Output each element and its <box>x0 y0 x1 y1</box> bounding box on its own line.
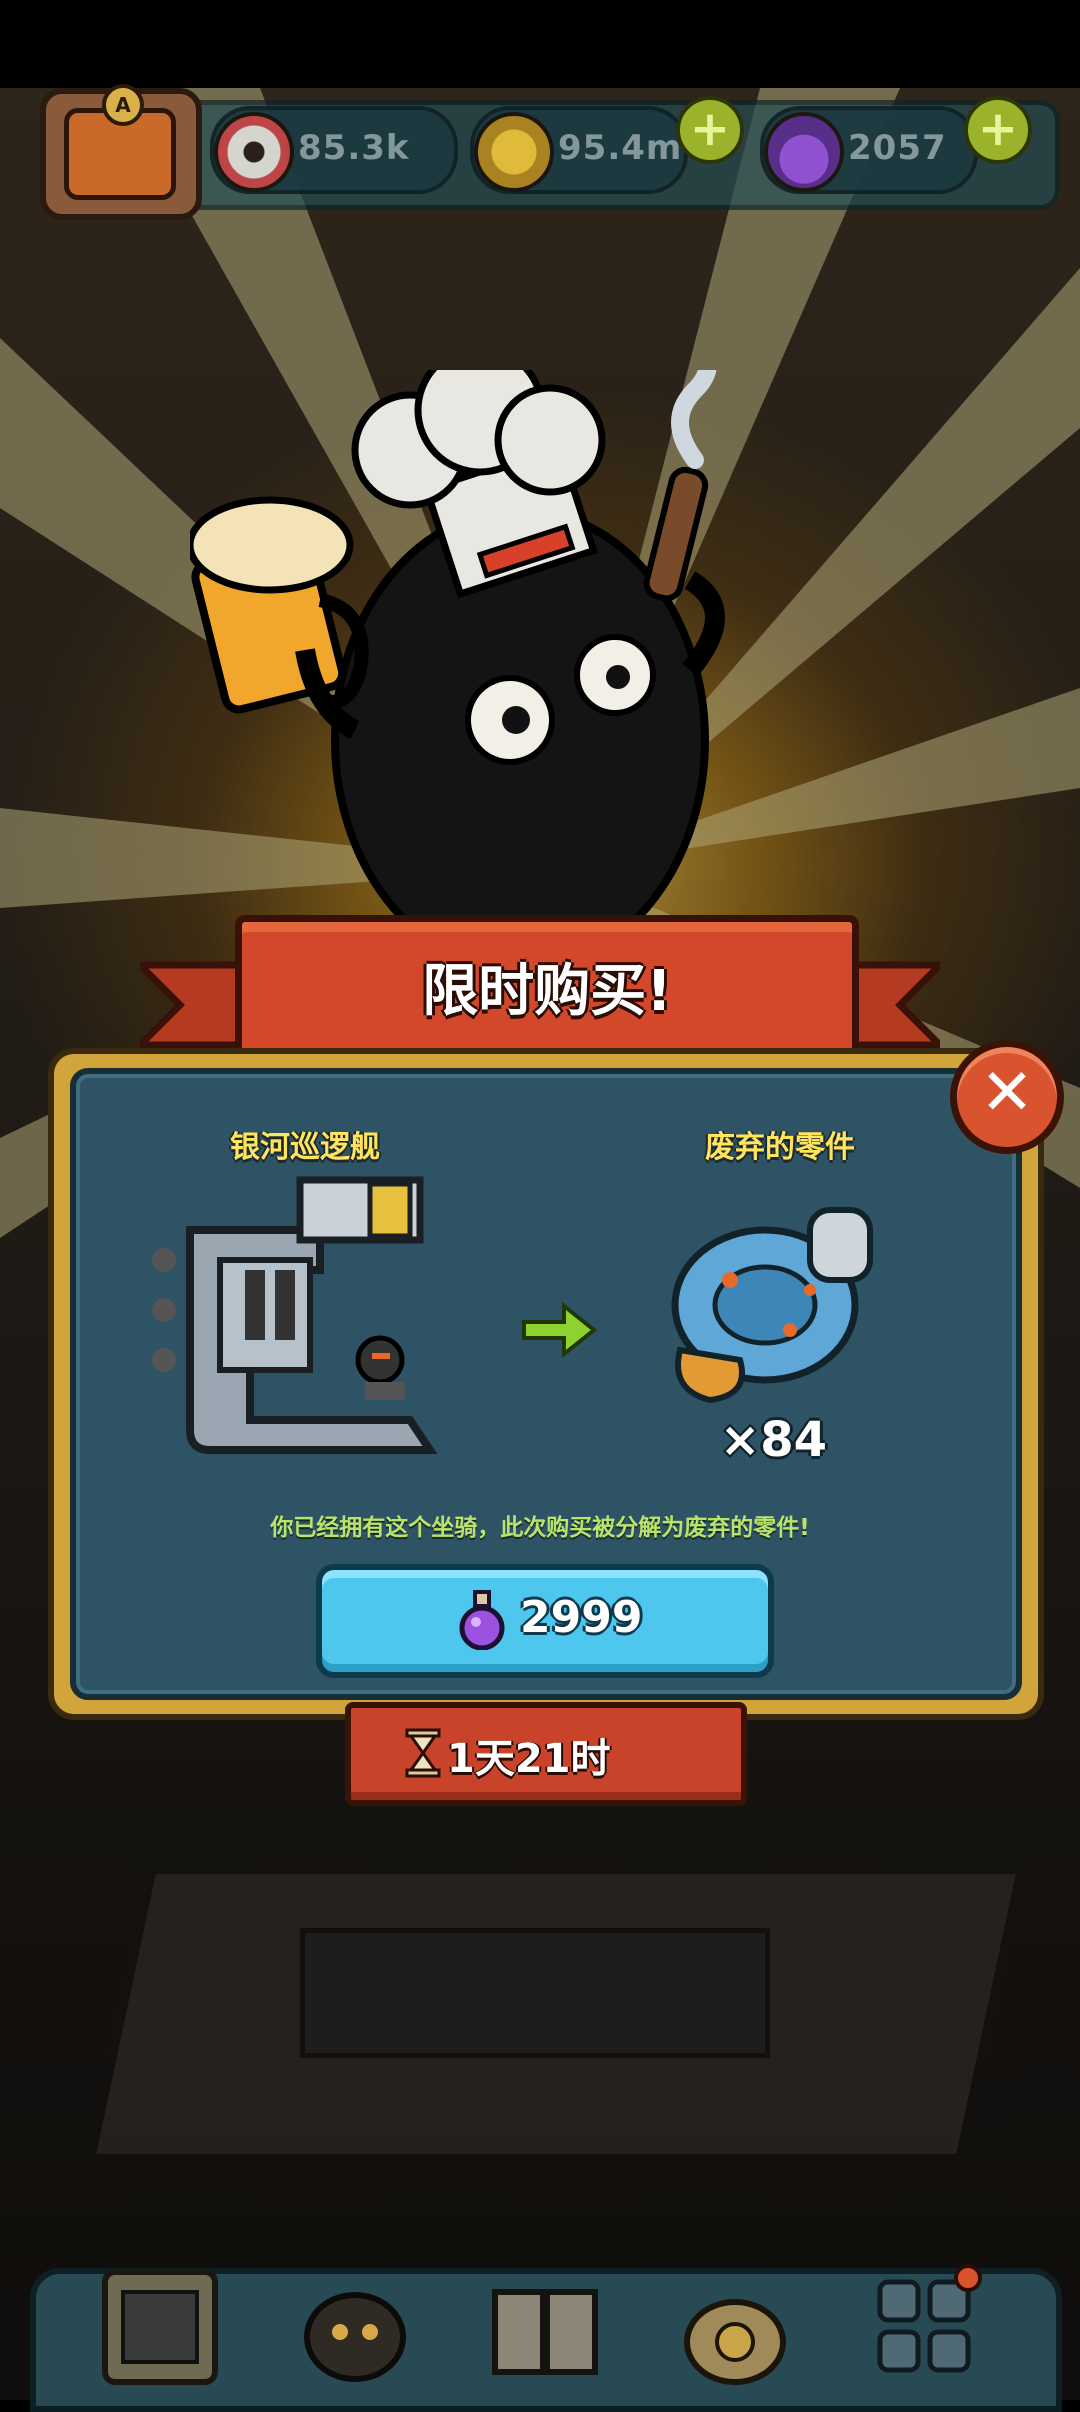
chef-hat <box>351 370 606 599</box>
offer-title: 限时购买! <box>422 959 672 1024</box>
grid-menu-icon <box>877 2264 982 2373</box>
nav-monster-button[interactable] <box>290 2262 420 2392</box>
top-hud: A 85.3k 95.4m + 2057 + <box>0 84 1080 220</box>
potion-icon <box>764 112 844 192</box>
beer-mug-icon <box>190 496 369 714</box>
item-right-count: ×84 <box>720 1412 828 1468</box>
buy-button[interactable]: 2999 <box>316 1564 774 1678</box>
cigar-icon <box>643 370 717 602</box>
potion-icon <box>459 1590 505 1650</box>
restaurant-icon <box>102 2269 218 2385</box>
potion-count: 2057 <box>848 128 947 168</box>
timer-text: 1天21时 <box>447 1736 611 1782</box>
eye-counter: 85.3k <box>210 106 458 194</box>
book-icon <box>492 2289 598 2375</box>
rank-badge: A <box>102 84 144 126</box>
galaxy-patrol-ship-icon <box>152 1176 438 1454</box>
timer-banner: 1天21时 <box>345 1702 747 1806</box>
potion-counter: 2057 <box>760 106 978 194</box>
bag-icon <box>684 2299 786 2385</box>
chef-character <box>190 370 725 930</box>
ownership-notice: 你已经拥有这个坐骑，此次购买被分解为废弃的零件! <box>270 1515 810 1541</box>
close-button[interactable]: ✕ <box>950 1040 1064 1154</box>
add-coins-button[interactable]: + <box>676 96 744 164</box>
scrap-parts-icon <box>671 1207 873 1404</box>
coin-icon <box>474 112 554 192</box>
green-arrow-icon <box>522 1301 598 1359</box>
status-bar <box>0 0 1080 88</box>
nav-menu-button[interactable] <box>860 2262 990 2392</box>
banner-main: 限时购买! <box>235 915 859 1069</box>
avatar-button[interactable]: A <box>40 84 202 220</box>
item-right-name: 废弃的零件 <box>705 1130 855 1165</box>
nav-bag-button[interactable] <box>670 2262 800 2392</box>
eye-count: 85.3k <box>298 128 410 168</box>
coin-count: 95.4m <box>558 128 683 168</box>
monster-icon <box>304 2292 406 2382</box>
coin-counter: 95.4m <box>470 106 688 194</box>
add-potions-button[interactable]: + <box>964 96 1032 164</box>
hourglass-icon <box>405 1728 441 1778</box>
price-label: 2999 <box>520 1592 643 1643</box>
eye-icon <box>214 112 294 192</box>
nav-book-button[interactable] <box>480 2262 610 2392</box>
nav-restaurant-button[interactable] <box>95 2262 225 2392</box>
item-left-name: 银河巡逻舰 <box>230 1130 380 1165</box>
